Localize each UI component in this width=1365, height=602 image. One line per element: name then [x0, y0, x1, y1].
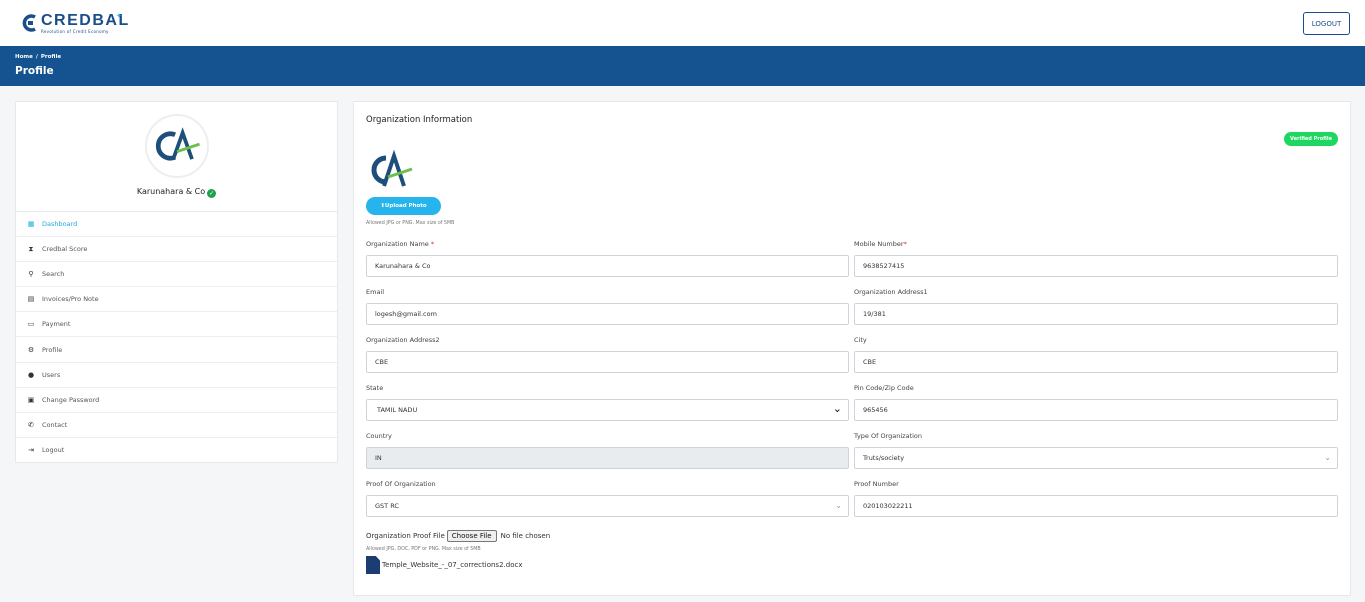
city-input[interactable]: CBE [854, 351, 1338, 373]
breadcrumb: Home / Profile [15, 54, 64, 60]
sidebar-item-label: Dashboard [42, 220, 78, 229]
sidebar-item-payment[interactable]: ▭ Payment [16, 312, 337, 338]
sidebar-item-change-password[interactable]: ▣ Change Password [16, 388, 337, 413]
sidebar-item-label: Users [42, 370, 61, 379]
chevron-down-icon: ⌄ [1324, 453, 1331, 462]
sidebar-item-profile[interactable]: ⚙ Profile [16, 337, 337, 363]
mobile-input[interactable]: 9638527415 [854, 255, 1338, 277]
credbal-logo-icon [22, 14, 36, 32]
org-type-select-value: Truts/society [863, 454, 905, 462]
sidebar-item-users[interactable]: ● Users [16, 363, 337, 388]
organization-card: Organization Information Verified Profil… [353, 101, 1351, 596]
sidebar-item-label: Payment [42, 320, 71, 329]
credit-card-icon: ▭ [27, 320, 35, 329]
sidebar-item-invoices[interactable]: ▤ Invoices/Pro Note [16, 287, 337, 313]
sidebar-org-name: Karunahara & Co ✓ [16, 187, 337, 198]
address1-label: Organization Address1 [854, 288, 928, 296]
proof-number-label: Proof Number [854, 480, 899, 488]
email-label: Email [366, 288, 385, 296]
page-title: Profile [15, 65, 54, 77]
state-select-value: TAMIL NADU [377, 406, 418, 414]
address2-label: Organization Address2 [366, 336, 440, 344]
logout-button[interactable]: LOGOUT [1303, 12, 1350, 35]
organization-logo [366, 146, 418, 192]
mobile-label: Mobile Number* [854, 240, 907, 248]
existing-file-link[interactable]: Temple_Website_-_07_corrections2.docx [366, 556, 522, 574]
address2-input[interactable]: CBE [366, 351, 849, 373]
sidebar-item-label: Change Password [42, 395, 100, 404]
lock-icon: ▣ [27, 395, 35, 404]
country-input: IN [366, 447, 849, 469]
proof-select-value: GST RC [375, 502, 399, 510]
dashboard-icon: ▦ [27, 220, 35, 229]
city-label: City [854, 336, 867, 344]
org-type-select[interactable]: Truts/society ⌄ [854, 447, 1338, 469]
existing-file-name: Temple_Website_-_07_corrections2.docx [382, 561, 523, 569]
state-label: State [366, 384, 384, 392]
sidebar-item-dashboard[interactable]: ▦ Dashboard [16, 212, 337, 238]
proof-select[interactable]: GST RC ⌄ [366, 495, 849, 517]
sidebar: Karunahara & Co ✓ ▦ Dashboard ⧗ Credbal Sco… [15, 101, 338, 463]
search-icon: ⚲ [28, 270, 34, 279]
ca-logo-icon [371, 149, 413, 187]
ca-logo-icon [155, 127, 200, 161]
section-title: Organization Information [366, 115, 473, 125]
org-name-text: Karunahara & Co [136, 187, 206, 196]
brand-tagline: Revolution of Credit Economy [41, 29, 109, 34]
chevron-down-icon: ⌄ [832, 402, 842, 415]
chevron-down-icon: ⌄ [835, 501, 842, 510]
document-icon: ▤ [27, 295, 35, 304]
org-type-label: Type Of Organization [854, 432, 923, 440]
credbal-logo[interactable]: CREDBAL ✦ Revolution of Credit Economy [22, 12, 132, 36]
verified-badge: Verified Profile [1284, 132, 1338, 146]
breadcrumb-home[interactable]: Home [15, 54, 33, 60]
proof-file-row: Organization Proof File Choose File No f… [366, 530, 550, 542]
pin-input[interactable]: 965456 [854, 399, 1338, 421]
breadcrumb-current: Profile [40, 54, 62, 60]
upload-photo-button[interactable]: ⬆ Upload Photo [366, 197, 441, 215]
upload-photo-label: Upload Photo [384, 203, 427, 209]
user-icon: ● [27, 370, 35, 379]
org-name-input[interactable]: Karunahara & Co [366, 255, 849, 277]
sidebar-item-search[interactable]: ⚲ Search [16, 262, 337, 288]
country-label: Country [366, 432, 392, 440]
sidebar-item-label: Profile [42, 345, 63, 354]
pin-label: Pin Code/Zip Code [854, 384, 914, 392]
state-select[interactable]: TAMIL NADU ⌄ [366, 399, 849, 421]
proof-file-hint: Allowed JPG, DOC, PDF or PNG. Max size o… [366, 547, 481, 552]
verified-check-icon: ✓ [207, 189, 217, 198]
hourglass-icon: ⧗ [28, 244, 34, 253]
required-asterisk: * [903, 240, 907, 248]
breadcrumb-separator: / [35, 54, 38, 60]
sparkle-icon: ✦ [116, 12, 122, 20]
email-input[interactable]: logesh@gmail.com [366, 303, 849, 325]
avatar [145, 114, 209, 178]
sidebar-item-credbal-score[interactable]: ⧗ Credbal Score [16, 237, 337, 263]
user-settings-icon: ⚙ [27, 345, 35, 354]
sidebar-item-logout[interactable]: ⇥ Logout [16, 438, 337, 463]
org-name-label-text: Organization Name [366, 240, 429, 248]
sidebar-item-label: Contact [42, 420, 68, 429]
file-status: No file chosen [500, 532, 551, 540]
top-header: CREDBAL ✦ Revolution of Credit Economy L… [0, 0, 1365, 46]
sidebar-item-contact[interactable]: ✆ Contact [16, 413, 337, 438]
document-file-icon [366, 556, 380, 574]
sidebar-item-label: Invoices/Pro Note [42, 295, 99, 304]
mobile-label-text: Mobile Number [854, 240, 904, 248]
sidebar-item-label: Search [42, 270, 65, 279]
proof-file-label: Organization Proof File [366, 532, 445, 540]
org-name-label: Organization Name * [366, 240, 434, 248]
page-banner: Home / Profile Profile [0, 46, 1365, 86]
phone-icon: ✆ [28, 420, 34, 429]
sidebar-profile: Karunahara & Co ✓ [16, 102, 337, 212]
choose-file-button[interactable]: Choose File [446, 530, 497, 542]
required-asterisk: * [430, 240, 435, 248]
address1-input[interactable]: 19/381 [854, 303, 1338, 325]
sign-out-icon: ⇥ [28, 446, 34, 455]
proof-number-input[interactable]: 020103022211 [854, 495, 1338, 517]
proof-label: Proof Of Organization [366, 480, 436, 488]
photo-hint: Allowed JPG or PNG. Max size of 5MB [366, 221, 455, 226]
sidebar-item-label: Logout [42, 446, 65, 455]
sidebar-item-label: Credbal Score [42, 245, 88, 254]
